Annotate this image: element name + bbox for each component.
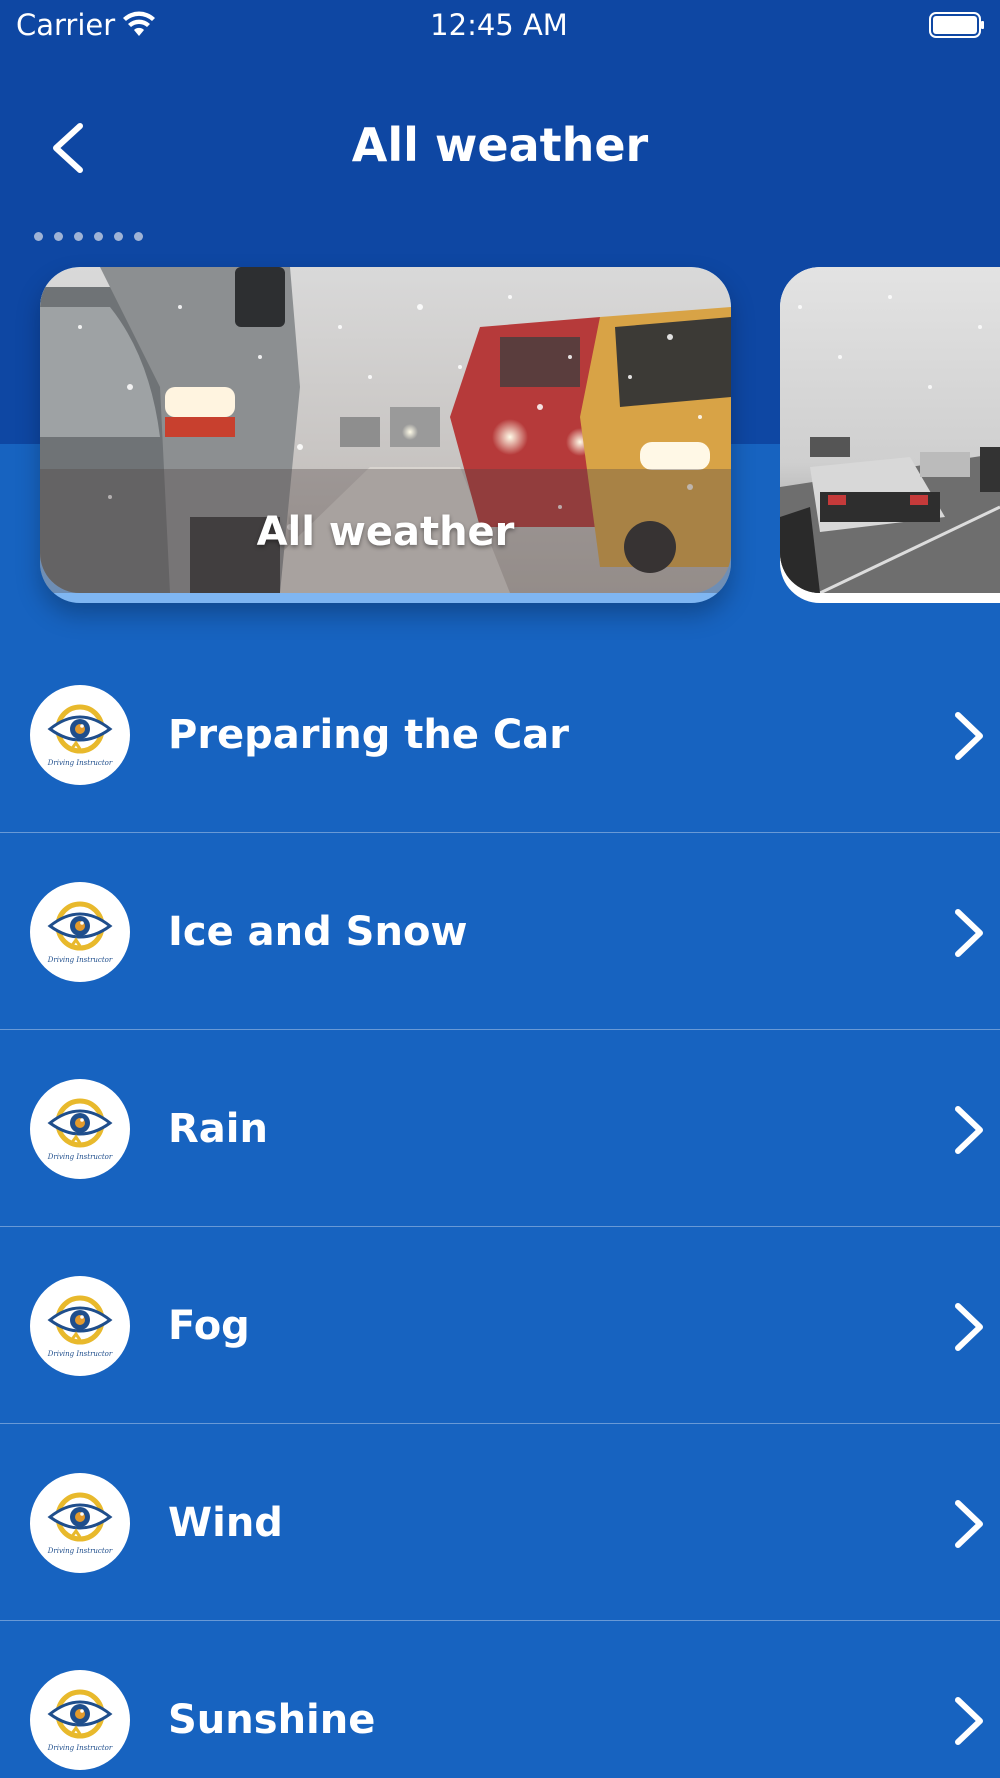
page-dot bbox=[54, 232, 63, 241]
list-item-label: Fog bbox=[168, 1303, 250, 1349]
battery-icon bbox=[929, 12, 984, 38]
driving-instructor-logo-icon: Driving Instructor bbox=[30, 1670, 130, 1770]
topic-row-ice-and-snow[interactable]: Driving Instructor Ice and Snow bbox=[0, 833, 1000, 1030]
svg-text:Driving Instructor: Driving Instructor bbox=[47, 1153, 113, 1161]
back-button[interactable] bbox=[42, 118, 98, 178]
topic-row-wind[interactable]: Driving Instructor Wind bbox=[0, 1424, 1000, 1621]
page-dot bbox=[94, 232, 103, 241]
topic-row-preparing-the-car[interactable]: Driving Instructor Preparing the Car bbox=[0, 636, 1000, 833]
topic-row-sunshine[interactable]: Driving Instructor Sunshine bbox=[0, 1621, 1000, 1778]
svg-text:Driving Instructor: Driving Instructor bbox=[47, 1350, 113, 1358]
list-item-label: Rain bbox=[168, 1106, 268, 1152]
topic-row-rain[interactable]: Driving Instructor Rain bbox=[0, 1030, 1000, 1227]
list-item-label: Wind bbox=[168, 1500, 283, 1546]
chevron-right-icon bbox=[955, 1697, 983, 1745]
page-dot bbox=[134, 232, 143, 241]
carousel-card-next[interactable] bbox=[780, 267, 1000, 603]
list-item-label: Ice and Snow bbox=[168, 909, 468, 955]
page-dot bbox=[114, 232, 123, 241]
page-dot bbox=[74, 232, 83, 241]
carousel-card-caption: All weather bbox=[256, 509, 515, 555]
list-item-label: Preparing the Car bbox=[168, 712, 569, 758]
svg-text:Driving Instructor: Driving Instructor bbox=[47, 759, 113, 767]
driving-instructor-logo-icon: Driving Instructor bbox=[30, 1473, 130, 1573]
topic-list: Driving Instructor Preparing the Car Dri… bbox=[0, 636, 1000, 1778]
chevron-left-icon bbox=[53, 123, 83, 173]
status-time: 12:45 AM bbox=[430, 8, 568, 42]
list-item-label: Sunshine bbox=[168, 1697, 376, 1743]
chevron-right-icon bbox=[955, 1500, 983, 1548]
svg-text:Driving Instructor: Driving Instructor bbox=[47, 956, 113, 964]
driving-instructor-logo-icon: Driving Instructor bbox=[30, 685, 130, 785]
chevron-right-icon bbox=[955, 712, 983, 760]
page-indicator bbox=[34, 232, 143, 242]
driving-instructor-logo-icon: Driving Instructor bbox=[30, 1276, 130, 1376]
snowy-highway-photo bbox=[780, 267, 1000, 593]
topic-row-fog[interactable]: Driving Instructor Fog bbox=[0, 1227, 1000, 1424]
carousel-card-all-weather[interactable]: All weather bbox=[40, 267, 731, 603]
driving-instructor-logo-icon: Driving Instructor bbox=[30, 882, 130, 982]
chevron-right-icon bbox=[955, 1106, 983, 1154]
status-bar: Carrier 12:45 AM bbox=[0, 0, 1000, 50]
chevron-right-icon bbox=[955, 909, 983, 957]
svg-text:Driving Instructor: Driving Instructor bbox=[47, 1547, 113, 1555]
chevron-right-icon bbox=[955, 1303, 983, 1351]
page-title: All weather bbox=[351, 118, 649, 172]
svg-text:Driving Instructor: Driving Instructor bbox=[47, 1744, 113, 1752]
page-dot bbox=[34, 232, 43, 241]
driving-instructor-logo-icon: Driving Instructor bbox=[30, 1079, 130, 1179]
